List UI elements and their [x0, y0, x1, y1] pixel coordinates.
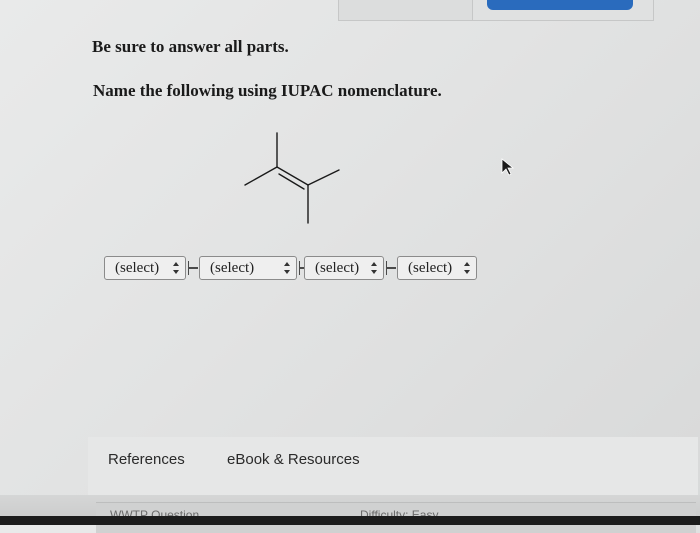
select-part-2-value: (select) [210, 260, 255, 276]
select-part-1-value: (select) [115, 260, 160, 276]
bond-double-second [278, 173, 305, 190]
tab-ebook-resources[interactable]: eBook & Resources [227, 451, 360, 468]
hyphen-1 [188, 261, 198, 275]
select-arrows-icon [173, 262, 179, 274]
instruction-name-iupac: Name the following using IUPAC nomenclat… [93, 81, 442, 100]
molecule-structure [244, 132, 340, 224]
mouse-cursor-icon [501, 158, 515, 176]
select-part-2[interactable]: (select) [199, 256, 297, 280]
select-arrows-icon [464, 262, 470, 274]
screen-bezel [0, 516, 700, 525]
top-blue-button[interactable] [487, 0, 633, 10]
top-tab-left [338, 0, 473, 21]
select-arrows-icon [284, 262, 290, 274]
select-part-3-value: (select) [315, 260, 360, 276]
select-part-3[interactable]: (select) [304, 256, 384, 280]
bond-methyl-right [307, 169, 340, 186]
select-part-4[interactable]: (select) [397, 256, 477, 280]
hyphen-3 [386, 261, 396, 275]
tab-references[interactable]: References [108, 451, 185, 468]
select-arrows-icon [371, 262, 377, 274]
select-part-1[interactable]: (select) [104, 256, 186, 280]
instruction-answer-all: Be sure to answer all parts. [92, 37, 289, 56]
select-part-4-value: (select) [408, 260, 453, 276]
bond-methyl-left [244, 166, 278, 186]
